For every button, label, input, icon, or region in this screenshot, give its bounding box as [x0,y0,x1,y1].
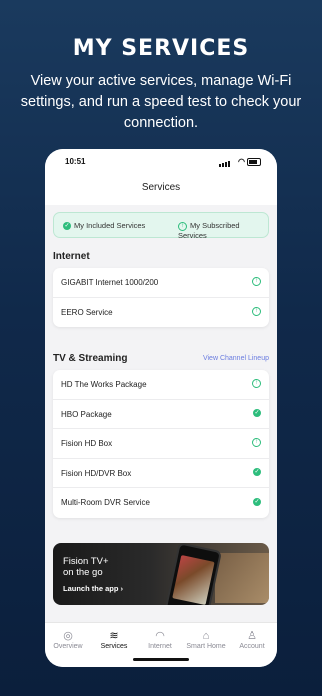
layers-icon: ≋ [109,630,119,642]
upgrade-icon: ↑ [178,221,187,231]
list-item[interactable]: HD The Works Package ↑ [53,370,269,400]
signal-icon [219,158,231,167]
page-title: Services [45,175,277,205]
check-icon: ✓ [253,468,261,477]
battery-icon [247,158,261,166]
home-icon: ⌂ [202,630,210,642]
upgrade-icon: ↑ [252,438,261,448]
tab-account[interactable]: ♙ Account [229,629,275,650]
wifi-status-icon: ◠ [238,157,245,166]
list-item[interactable]: GIGABIT Internet 1000/200 ↑ [53,268,269,298]
services-legend: ✓ My Included Services ↑ My Subscribed Ser… [53,212,269,240]
view-channel-lineup-link[interactable]: View Channel Lineup [203,355,269,362]
check-icon: ✓ [63,222,71,231]
overview-icon: ◎ [63,630,73,642]
list-item[interactable]: HBO Package ✓ [53,400,269,429]
tv-section-title: TV & Streaming [53,353,128,364]
banner-title: Fision TV+ on the go [63,556,109,578]
tab-bar: ◎ Overview ≋ Services ◠ Internet ⌂ Smart Hom… [45,622,277,667]
list-item[interactable]: Fision HD/DVR Box ✓ [53,459,269,488]
person-icon: ♙ [247,630,257,642]
promo-title: MY SERVICES [72,36,250,61]
list-item[interactable]: Fision HD Box ↑ [53,429,269,459]
upgrade-icon: ↑ [252,277,261,287]
phone-screen: 10:51 ◠ Services ✓ My Included Services ↑… [45,149,277,667]
status-time: 10:51 [65,157,86,166]
tab-services[interactable]: ≋ Services [91,629,137,650]
list-item[interactable]: Multi-Room DVR Service ✓ [53,488,269,518]
legend-subscribed: ↑ My Subscribed Services [178,221,240,240]
legend-included: ✓ My Included Services [63,221,146,231]
home-indicator [133,658,189,661]
internet-card: GIGABIT Internet 1000/200 ↑ EERO Service… [53,268,269,327]
check-icon: ✓ [253,497,261,506]
wifi-icon: ◠ [155,630,165,642]
tab-overview[interactable]: ◎ Overview [45,629,91,650]
fision-tv-banner[interactable]: Fision TV+ on the go Launch the app › [53,543,269,605]
tv-card: HD The Works Package ↑ HBO Package ✓ Fis… [53,370,269,518]
status-bar: 10:51 ◠ [45,149,277,175]
list-item[interactable]: EERO Service ↑ [53,298,269,328]
promo-subtitle: View your active services, manage Wi-Fi … [20,73,302,131]
upgrade-icon: ↑ [252,306,261,316]
upgrade-icon: ↑ [252,379,261,389]
launch-app-link[interactable]: Launch the app › [63,584,123,593]
tab-smart-home[interactable]: ⌂ Smart Home [183,629,229,650]
check-icon: ✓ [253,409,261,418]
phone-illustration [163,543,223,605]
banner-image [215,553,269,603]
tab-internet[interactable]: ◠ Internet [137,629,183,650]
internet-section-title: Internet [53,251,90,262]
